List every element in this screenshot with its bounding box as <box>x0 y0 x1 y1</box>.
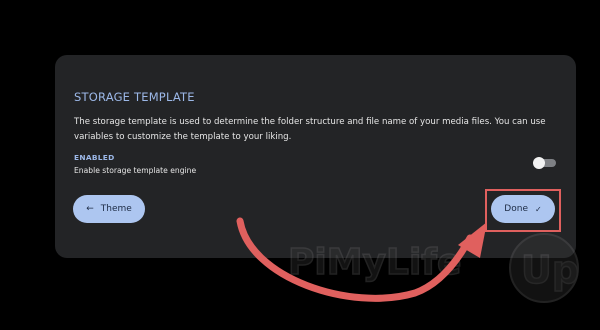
annotation-arrow-icon <box>236 217 487 302</box>
